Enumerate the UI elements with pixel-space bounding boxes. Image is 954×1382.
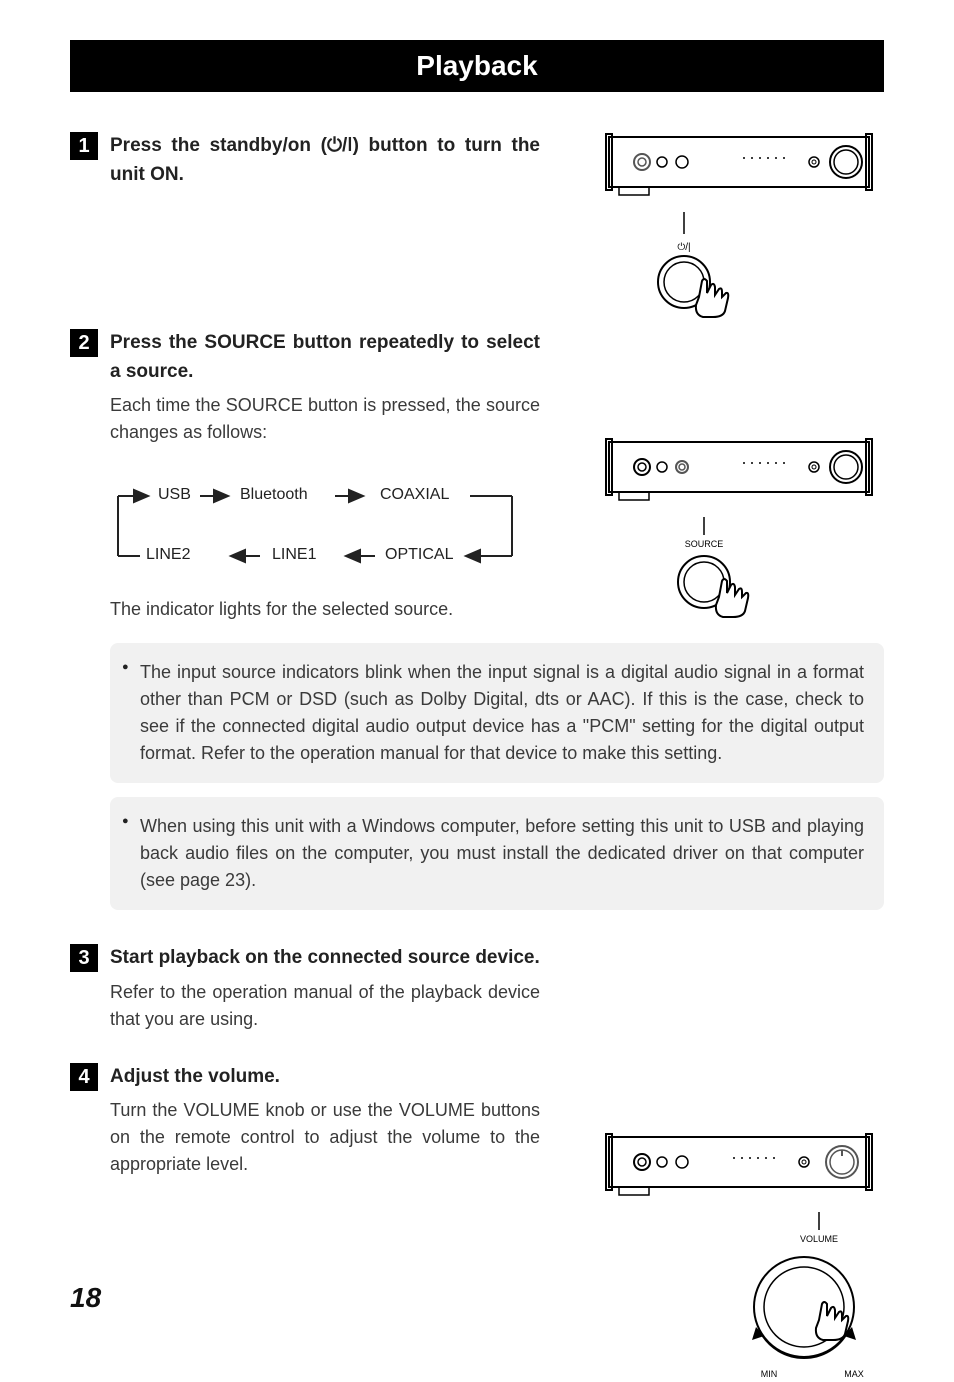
step-2: 2 Press the SOURCE button repeatedly to … (70, 329, 884, 446)
step-4-text: Turn the VOLUME knob or use the VOLUME b… (110, 1097, 540, 1178)
step-4-heading: Adjust the volume. (110, 1063, 540, 1092)
step-number-2: 2 (70, 329, 98, 357)
step-3-heading: Start playback on the connected source d… (110, 944, 540, 973)
device-front-source (604, 437, 874, 507)
volume-knob-closeup: VOLUME MIN MAX (604, 1212, 874, 1382)
step-1-heading: Press the standby/on (⏻/ǀ) button to tur… (110, 132, 540, 189)
flow-optical: OPTICAL (385, 546, 453, 564)
flow-line2: LINE2 (146, 546, 190, 564)
step-2-after: The indicator lights for the selected so… (110, 596, 580, 623)
svg-text:MAX: MAX (844, 1369, 864, 1379)
step-2-heading: Press the SOURCE button repeatedly to se… (110, 329, 540, 386)
svg-text:SOURCE: SOURCE (685, 539, 724, 549)
source-button-closeup: SOURCE (604, 517, 874, 637)
step-2-text: Each time the SOURCE button is pressed, … (110, 392, 540, 446)
step-number-1: 1 (70, 132, 98, 160)
power-button-closeup: ⏻/| (604, 212, 874, 322)
step-1: 1 Press the standby/on (⏻/ǀ) button to t… (70, 132, 884, 189)
step-number-3: 3 (70, 944, 98, 972)
svg-text:VOLUME: VOLUME (800, 1234, 838, 1244)
figure-step2-source: SOURCE (604, 437, 884, 637)
source-flow-diagram: USB Bluetooth COAXIAL LINE2 LINE1 OPTICA… (110, 476, 530, 576)
figure-step4-volume: VOLUME MIN MAX (604, 1132, 884, 1382)
section-title: Playback (70, 40, 884, 92)
power-icon: ⏻/ǀ (327, 135, 353, 156)
flow-usb: USB (158, 486, 191, 504)
step-3-text: Refer to the operation manual of the pla… (110, 979, 540, 1033)
step-number-4: 4 (70, 1063, 98, 1091)
page-number: 18 (70, 1282, 101, 1314)
note-pcm: The input source indicators blink when t… (110, 643, 884, 783)
flow-coaxial: COAXIAL (380, 486, 449, 504)
step1-heading-pre: Press the standby/on ( (110, 135, 327, 156)
step-3: 3 Start playback on the connected source… (70, 944, 884, 1033)
power-symbol-label: ⏻/| (677, 242, 690, 253)
device-front-volume (604, 1132, 874, 1202)
flow-bluetooth: Bluetooth (240, 486, 308, 504)
svg-text:MIN: MIN (761, 1369, 778, 1379)
note-usb-driver: When using this unit with a Windows comp… (110, 797, 884, 910)
flow-line1: LINE1 (272, 546, 316, 564)
